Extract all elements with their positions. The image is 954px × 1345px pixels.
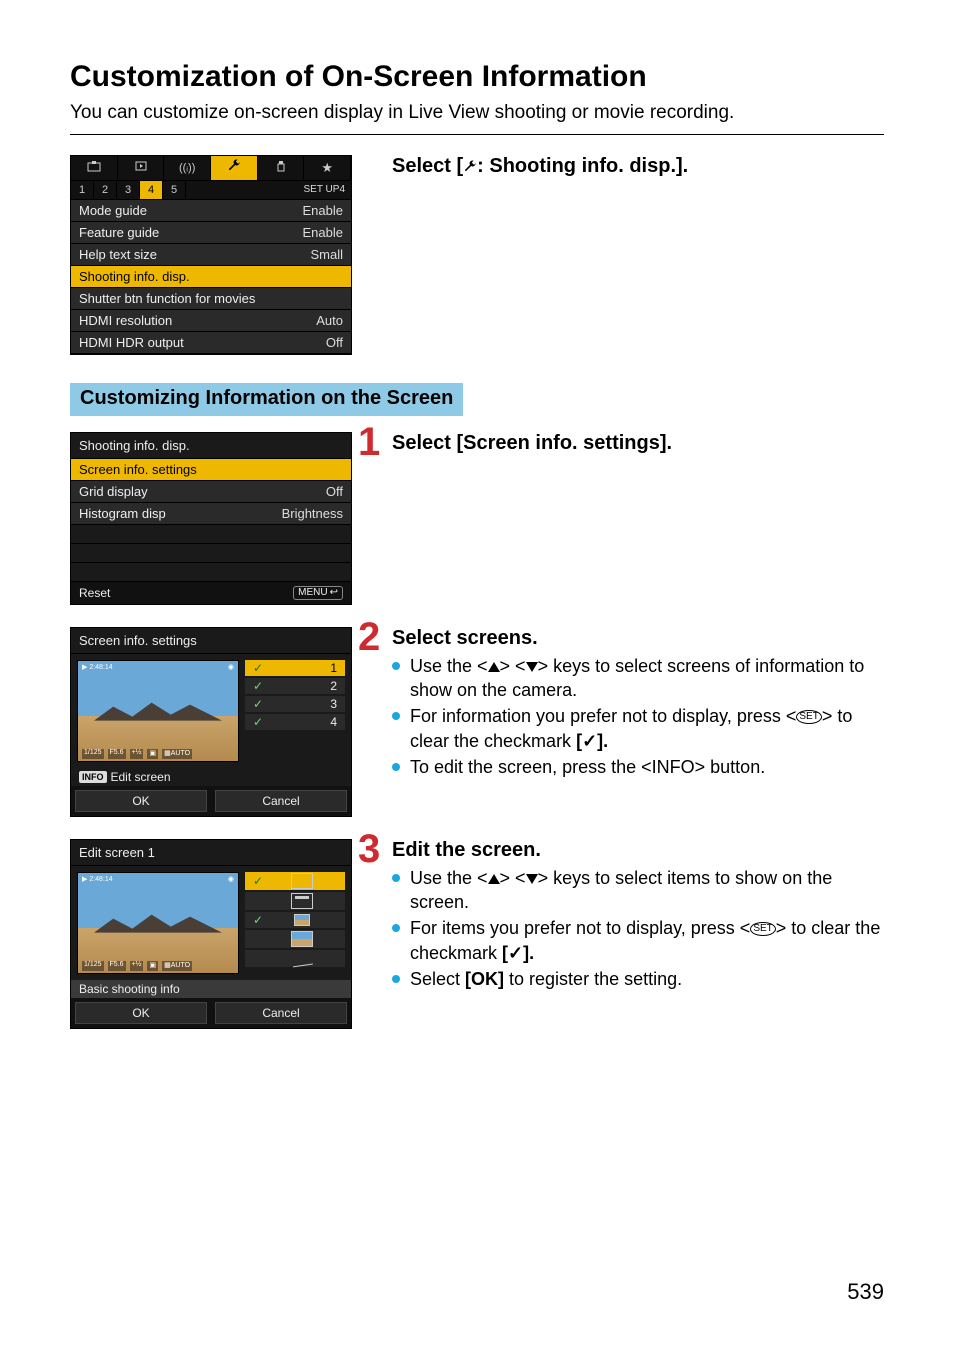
subbar-label: SET UP4 (298, 181, 352, 199)
cancel-button-2[interactable]: Cancel (215, 1002, 347, 1024)
tab-camera-icon[interactable] (71, 156, 118, 180)
down-arrow-icon (526, 874, 538, 884)
menu-row[interactable]: Mode guideEnable (71, 200, 351, 222)
ok-button-2[interactable]: OK (75, 1002, 207, 1024)
screen-check-row[interactable]: ✓2 (245, 678, 345, 694)
edit-item-row[interactable]: ✓ (245, 872, 345, 890)
step3-bullet-3: Select [OK] to register the setting. (392, 967, 884, 991)
step1-title: Select [Screen info. settings]. (392, 432, 884, 455)
screen-check-row[interactable]: ✓4 (245, 714, 345, 730)
menu4-title: Edit screen 1 (71, 840, 351, 866)
step1-number: 1 (358, 420, 380, 465)
subtab-2[interactable]: 2 (94, 181, 117, 199)
menu-back-button[interactable]: MENU ↩ (293, 586, 343, 600)
subtab-4[interactable]: 4 (140, 181, 163, 199)
step2-bullet-2: For information you prefer not to displa… (392, 704, 884, 753)
menu-subbar: 1 2 3 4 5 SET UP4 (71, 181, 351, 200)
menu-row[interactable]: Help text sizeSmall (71, 244, 351, 266)
camera-menu-setup: ((ᵢ)) ★ 1 2 3 4 5 SET UP4 Mode guideEnab… (70, 155, 352, 355)
step0-title: Select [ : Shooting info. disp.]. (392, 155, 884, 178)
tab-wireless-icon[interactable]: ((ᵢ)) (164, 156, 211, 180)
step3-number: 3 (358, 827, 380, 872)
menu-row[interactable]: Shutter btn function for movies (71, 288, 351, 310)
camera-menu-shooting-info: Shooting info. disp. Screen info. settin… (70, 432, 352, 605)
edit-item-row[interactable] (245, 950, 345, 967)
screen-preview-2: ▶ 2:48:14◉ 1/125F5.6+½▣▦AUTO (77, 872, 239, 974)
subtab-3[interactable]: 3 (117, 181, 140, 199)
step0-post: : Shooting info. disp.]. (477, 155, 688, 177)
menu-tabbar: ((ᵢ)) ★ (71, 156, 351, 181)
menu-row[interactable]: Screen info. settings (71, 459, 351, 481)
tab-play-icon[interactable] (118, 156, 165, 180)
edit-screen-label: Edit screen (111, 770, 171, 784)
section-banner: Customizing Information on the Screen (70, 383, 463, 416)
step2-bullet-3: To edit the screen, press the <INFO> but… (392, 755, 884, 779)
down-arrow-icon (526, 662, 538, 672)
edit-item-row[interactable] (245, 930, 345, 948)
menu-row[interactable]: Shooting info. disp. (71, 266, 351, 288)
menu-row[interactable]: Grid displayOff (71, 481, 351, 503)
edit-item-row[interactable] (245, 892, 345, 910)
screen-check-row[interactable]: ✓3 (245, 696, 345, 712)
page-title: Customization of On-Screen Information (70, 60, 884, 94)
subtab-5[interactable]: 5 (163, 181, 186, 199)
menu-row[interactable]: Feature guideEnable (71, 222, 351, 244)
edit-screen-caption: Basic shooting info (71, 980, 351, 998)
step0-pre: Select [ (392, 155, 463, 177)
step2-bullet-1: Use the <> <> keys to select screens of … (392, 654, 884, 703)
tab-wrench-icon[interactable] (211, 156, 258, 180)
screen-preview: ▶ 2:48:14◉ 1/125F5.6+½▣▦AUTO (77, 660, 239, 762)
tab-star-icon[interactable]: ★ (304, 156, 351, 180)
divider (70, 134, 884, 135)
info-tag: INFO (79, 771, 107, 783)
edit-screen-hint: INFO Edit screen (71, 768, 351, 786)
step3-bullet-2: For items you prefer not to display, pre… (392, 916, 884, 965)
wrench-icon (463, 159, 477, 173)
step2-title: Select screens. (392, 627, 884, 650)
camera-menu-screen-info-settings: Screen info. settings ▶ 2:48:14◉ 1/125F5… (70, 627, 352, 817)
step3-title: Edit the screen. (392, 839, 884, 862)
subtab-1[interactable]: 1 (71, 181, 94, 199)
set-icon: SET (750, 922, 775, 936)
menu2-title: Shooting info. disp. (71, 433, 351, 459)
menu-row[interactable]: Histogram dispBrightness (71, 503, 351, 525)
cancel-button[interactable]: Cancel (215, 790, 347, 812)
reset-button[interactable]: Reset (79, 586, 110, 600)
edit-item-row[interactable]: ✓ (245, 912, 345, 928)
step2-number: 2 (358, 615, 380, 660)
menu-row[interactable]: HDMI resolutionAuto (71, 310, 351, 332)
menu-row[interactable]: HDMI HDR outputOff (71, 332, 351, 354)
ok-button[interactable]: OK (75, 790, 207, 812)
screen-check-row[interactable]: ✓1 (245, 660, 345, 676)
camera-menu-edit-screen: Edit screen 1 ▶ 2:48:14◉ 1/125F5.6+½▣▦AU… (70, 839, 352, 1029)
menu3-title: Screen info. settings (71, 628, 351, 654)
step3-bullet-1: Use the <> <> keys to select items to sh… (392, 866, 884, 915)
page-number: 539 (847, 1279, 884, 1305)
set-icon: SET (796, 710, 821, 724)
intro-text: You can customize on-screen display in L… (70, 100, 884, 126)
up-arrow-icon (488, 662, 500, 672)
up-arrow-icon (488, 874, 500, 884)
tab-custom-icon[interactable] (258, 156, 305, 180)
